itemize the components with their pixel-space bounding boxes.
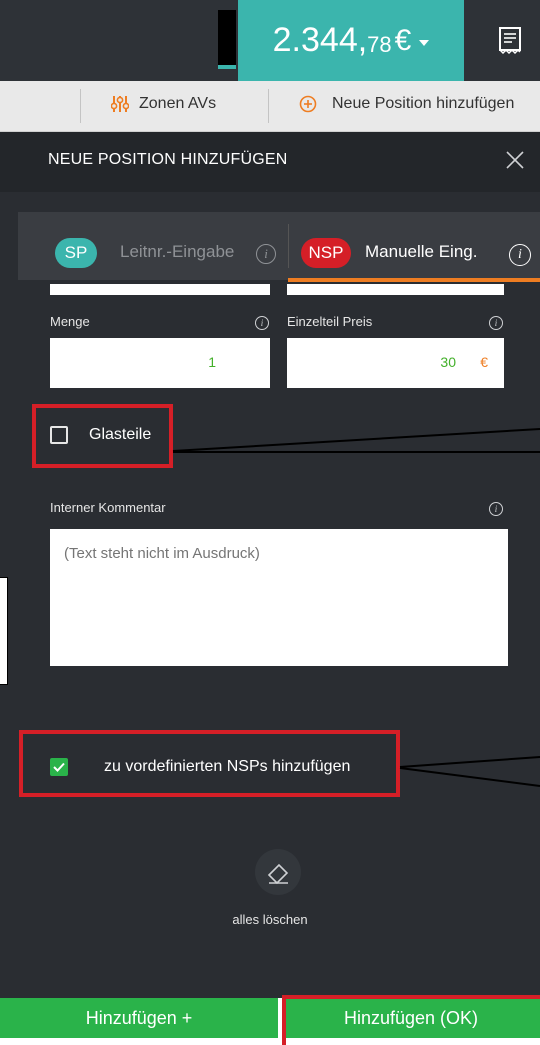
annotation-lines xyxy=(172,428,540,787)
